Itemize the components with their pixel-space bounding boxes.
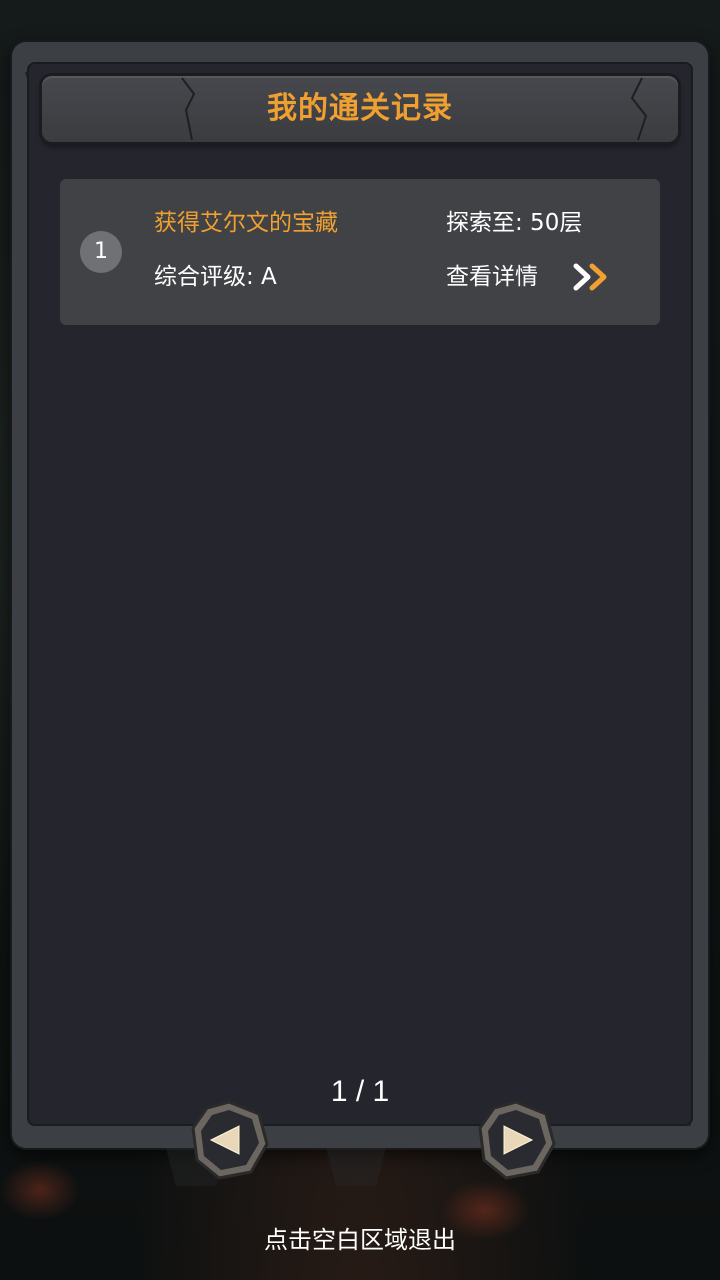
- page-indicator: 1 / 1: [330, 1075, 390, 1108]
- screen-background[interactable]: 我的通关记录 1 获得艾尔文的宝藏 综合评级: A 探索至: 50层 查看详情 …: [0, 0, 720, 1280]
- tap-blank-to-exit-hint[interactable]: 点击空白区域退出: [0, 1220, 720, 1260]
- record-explored-floor: 探索至: 50层: [446, 210, 583, 236]
- view-details-button[interactable]: 查看详情: [446, 261, 626, 293]
- record-rating: 综合评级: A: [154, 264, 277, 290]
- view-details-label: 查看详情: [446, 264, 538, 290]
- title-plaque: 我的通关记录: [42, 76, 678, 142]
- record-title: 获得艾尔文的宝藏: [154, 210, 338, 236]
- rank-badge: 1: [80, 231, 122, 273]
- previous-page-button[interactable]: [189, 1100, 269, 1180]
- background-ember-glow: [0, 1160, 80, 1220]
- background-button-shadow: [326, 1148, 386, 1186]
- double-chevron-right-icon: [573, 263, 607, 291]
- panel-title: 我的通关记录: [267, 91, 453, 126]
- next-page-button[interactable]: [476, 1100, 556, 1180]
- record-list-item[interactable]: 1 获得艾尔文的宝藏 综合评级: A 探索至: 50层 查看详情: [60, 179, 660, 325]
